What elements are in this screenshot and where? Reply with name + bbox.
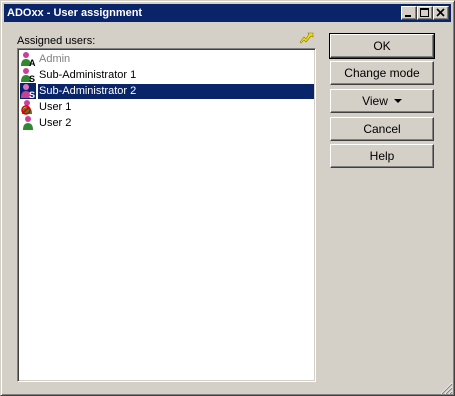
refresh-icon[interactable]: [299, 32, 315, 44]
list-item-label: Admin: [39, 53, 71, 65]
sub-admin-user-icon: S: [20, 83, 36, 99]
help-button[interactable]: Help: [330, 144, 434, 168]
list-item-label: Sub-Administrator 1: [39, 69, 137, 81]
list-item-label: Sub-Administrator 2: [39, 85, 137, 97]
svg-text:S: S: [29, 90, 35, 99]
close-icon: [436, 8, 445, 17]
dialog-window: ADOxx - User assignment Assigned users: …: [0, 0, 455, 396]
view-button[interactable]: View: [330, 89, 434, 113]
chevron-down-icon: [393, 99, 402, 103]
resize-grip-icon[interactable]: [439, 381, 453, 395]
list-item[interactable]: S Sub-Administrator 1: [20, 67, 314, 83]
list-item[interactable]: User 1: [20, 99, 314, 115]
ok-button[interactable]: OK: [329, 33, 435, 59]
view-button-label: View: [362, 94, 388, 108]
list-item-label: User 2: [39, 117, 72, 129]
list-item[interactable]: User 2: [20, 115, 314, 131]
minimize-button[interactable]: [401, 6, 417, 20]
svg-text:S: S: [29, 74, 35, 83]
list-item[interactable]: A Admin: [20, 51, 314, 67]
blocked-user-icon: [21, 100, 32, 115]
list-item-label: User 1: [39, 101, 72, 113]
user-icon: [23, 116, 33, 130]
svg-text:A: A: [29, 58, 36, 67]
close-button[interactable]: [433, 6, 449, 20]
change-mode-button[interactable]: Change mode: [330, 61, 434, 85]
minimize-icon: [405, 15, 411, 17]
admin-user-icon: A: [21, 52, 36, 67]
sub-admin-user-icon: S: [21, 68, 35, 83]
list-item[interactable]: S Sub-Administrator 2: [20, 83, 314, 99]
cancel-button[interactable]: Cancel: [330, 117, 434, 141]
window-title: ADOxx - User assignment: [7, 7, 143, 19]
assigned-users-label: Assigned users:: [17, 35, 96, 47]
title-bar[interactable]: ADOxx - User assignment: [4, 4, 451, 22]
maximize-icon: [420, 8, 429, 17]
assigned-users-list[interactable]: A Admin S Sub-Administrator 1 S Sub-Admi…: [17, 48, 316, 382]
maximize-button[interactable]: [417, 6, 433, 20]
